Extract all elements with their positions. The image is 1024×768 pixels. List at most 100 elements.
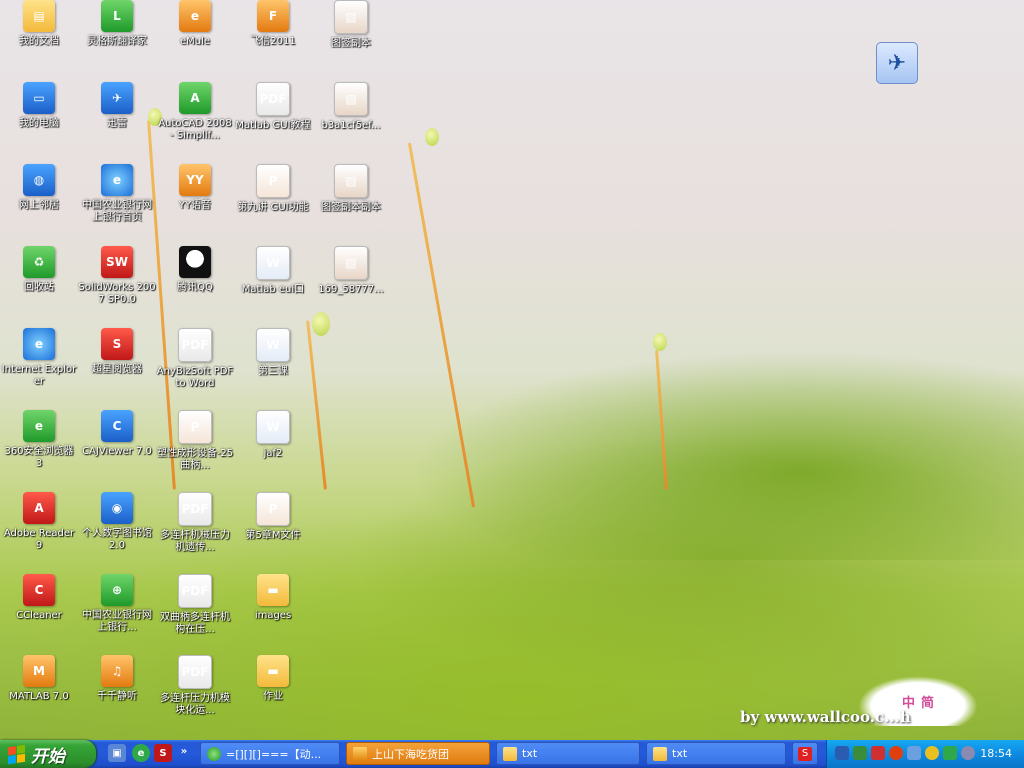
desktop-icon[interactable]: P 第九讲 GUI功能	[234, 164, 312, 244]
moss-bud	[425, 128, 439, 146]
desktop-icon[interactable]: W Matlab eui口	[234, 246, 312, 326]
desktop-icon[interactable]: L 灵格斯翻译家	[78, 0, 156, 80]
desktop-icon-label: 中国农业银行网上银行首页	[82, 200, 152, 223]
desktop-icon-label: 迅雷	[107, 118, 127, 129]
desktop-icon-label: images	[254, 610, 292, 621]
desktop-icon[interactable]: ▬ images	[234, 574, 312, 654]
desktop-icon-label: 图签副本副本	[321, 202, 381, 213]
desktop-icon[interactable]: ▤ 我的文档	[0, 0, 78, 80]
desktop-icon-label: 飞信2011	[250, 36, 296, 47]
360-browser-icon	[207, 746, 221, 761]
word-file-icon: W	[256, 410, 290, 444]
clock[interactable]: 18:54	[980, 747, 1012, 760]
sogou-input-icon: S	[798, 746, 812, 761]
desktop-icon[interactable]: PDF 多连杆机械压力机遗传...	[156, 492, 234, 572]
security-shield-icon[interactable]	[943, 746, 957, 760]
display-tray-icon[interactable]	[907, 746, 921, 760]
desktop-icon[interactable]: e eMule	[156, 0, 234, 80]
desktop-icon[interactable]: ▧ 169_58777...	[312, 246, 390, 326]
desktop-icon[interactable]: A AutoCAD 2008 - Simplif...	[156, 82, 234, 162]
cajviewer-icon: C	[101, 410, 133, 442]
desktop-icon[interactable]: C CAJViewer 7.0	[78, 410, 156, 490]
task-button[interactable]: txt	[496, 742, 640, 765]
desktop-icon[interactable]: S 超星阅览器	[78, 328, 156, 408]
desktop-icon-label: 我的电脑	[19, 118, 59, 129]
task-button[interactable]: txt	[646, 742, 786, 765]
moss-bud	[653, 333, 667, 351]
desktop-icon[interactable]: 腾讯QQ	[156, 246, 234, 326]
desktop-icon[interactable]: M MATLAB 7.0	[0, 655, 78, 735]
volume-tray-icon[interactable]	[961, 746, 975, 760]
task-button[interactable]: =[][][]===【动...	[200, 742, 340, 765]
ime-simplified-label: 简	[921, 695, 935, 711]
show-desktop-icon[interactable]: ▣	[108, 744, 126, 762]
desktop-icon-label: 灵格斯翻译家	[87, 36, 147, 47]
desktop-icon[interactable]: YY YY语音	[156, 164, 234, 244]
desktop-icon-label: 我的文档	[19, 36, 59, 47]
ttplayer-icon: ♫	[101, 655, 133, 687]
desktop-icon[interactable]: ▬ 作业	[234, 655, 312, 735]
360-browser-icon: e	[23, 410, 55, 442]
qq-tray-icon[interactable]	[889, 746, 903, 760]
desktop-icon[interactable]: PDF Matlab GUI教程	[234, 82, 312, 162]
digital-library-icon: ◉	[101, 492, 133, 524]
desktop-icon-label: Adobe Reader 9	[3, 528, 75, 551]
desktop-icon[interactable]: e 360安全浏览器 3	[0, 410, 78, 490]
desktop-icon-label: CCleaner	[16, 610, 62, 621]
quick-launch-overflow[interactable]: »	[178, 742, 190, 760]
desktop-icon[interactable]: e 中国农业银行网上银行首页	[78, 164, 156, 244]
pdf-to-word-icon: PDF	[178, 328, 212, 362]
desktop-icon[interactable]: ▭ 我的电脑	[0, 82, 78, 162]
desktop-icon[interactable]: e Internet Explorer	[0, 328, 78, 408]
desktop-icon[interactable]: F 飞信2011	[234, 0, 312, 80]
task-button[interactable]: S	[792, 742, 818, 765]
desktop-icon-label: 多连杆压力机模块化运...	[160, 693, 230, 716]
ppt-file-icon: P	[256, 164, 290, 198]
desktop-icon[interactable]: ⊕ 中国农业银行网上银行...	[78, 574, 156, 654]
desktop-icon-label: 双曲柄多连杆机构在压...	[160, 612, 230, 635]
pdf-file-icon: PDF	[178, 574, 212, 608]
desktop-icon-label: jaf2	[263, 448, 283, 459]
solidworks-icon: SW	[101, 246, 133, 278]
360-browser-icon[interactable]: e	[132, 744, 150, 762]
desktop-icon-label: AnyBizSoft PDF to Word	[156, 366, 234, 389]
task-button-active[interactable]: 上山下海吃货团	[346, 742, 490, 765]
network-places-icon: ◍	[23, 164, 55, 196]
yy-voice-icon: YY	[179, 164, 211, 196]
task-label: =[][][]===【动...	[226, 747, 322, 761]
chat-group-icon	[353, 746, 367, 761]
desktop-icon[interactable]: ◍ 网上邻居	[0, 164, 78, 244]
desktop-icon[interactable]: PDF 多连杆压力机模块化运...	[156, 655, 234, 735]
solidworks-icon[interactable]: S	[154, 744, 172, 762]
desktop-icon[interactable]: ♻ 回收站	[0, 246, 78, 326]
360-safe-tray-icon[interactable]	[925, 746, 939, 760]
desktop-icon[interactable]: PDF 双曲柄多连杆机构在压...	[156, 574, 234, 654]
antivirus-tray-icon[interactable]	[871, 746, 885, 760]
desktop-icon-label: SolidWorks 2007 SP0.0	[78, 282, 156, 305]
desktop-icon[interactable]: ▧ 图签副本副本	[312, 164, 390, 244]
desktop-icon[interactable]: ◉ 个人数字图书馆2.0	[78, 492, 156, 572]
desktop-icon[interactable]: A Adobe Reader 9	[0, 492, 78, 572]
folder-icon	[653, 746, 667, 761]
thunder-tray-icon[interactable]	[835, 746, 849, 760]
network-tray-icon[interactable]	[853, 746, 867, 760]
desktop-icon[interactable]: PDF AnyBizSoft PDF to Word	[156, 328, 234, 408]
desktop-icon[interactable]: SW SolidWorks 2007 SP0.0	[78, 246, 156, 326]
desktop-icon[interactable]: P 塑性成形设备-25 曲柄...	[156, 410, 234, 490]
desktop-icon[interactable]: ♫ 千千静听	[78, 655, 156, 735]
desktop-icon[interactable]: ✈ 迅雷	[78, 82, 156, 162]
desktop-icon[interactable]: W 第三课	[234, 328, 312, 408]
desktop-icon[interactable]: ▧ b3a1cf5ef...	[312, 82, 390, 162]
start-button[interactable]: 开始	[0, 740, 96, 768]
desktop-icon[interactable]: C CCleaner	[0, 574, 78, 654]
desktop-icon-label: 塑性成形设备-25 曲柄...	[156, 448, 234, 471]
desktop-icon[interactable]: Wjaf2	[234, 410, 312, 490]
task-label: 上山下海吃货团	[372, 747, 449, 761]
desktop-icon[interactable]: ▧ 图签副本	[312, 0, 390, 80]
thunder-float-window-icon[interactable]: ✈	[876, 42, 918, 84]
desktop-icon[interactable]: P 第5章M文件	[234, 492, 312, 572]
matlab-icon: M	[23, 655, 55, 687]
desktop-icon-label: 多连杆机械压力机遗传...	[160, 530, 230, 553]
task-label: txt	[522, 747, 538, 760]
recycle-bin-icon: ♻	[23, 246, 55, 278]
